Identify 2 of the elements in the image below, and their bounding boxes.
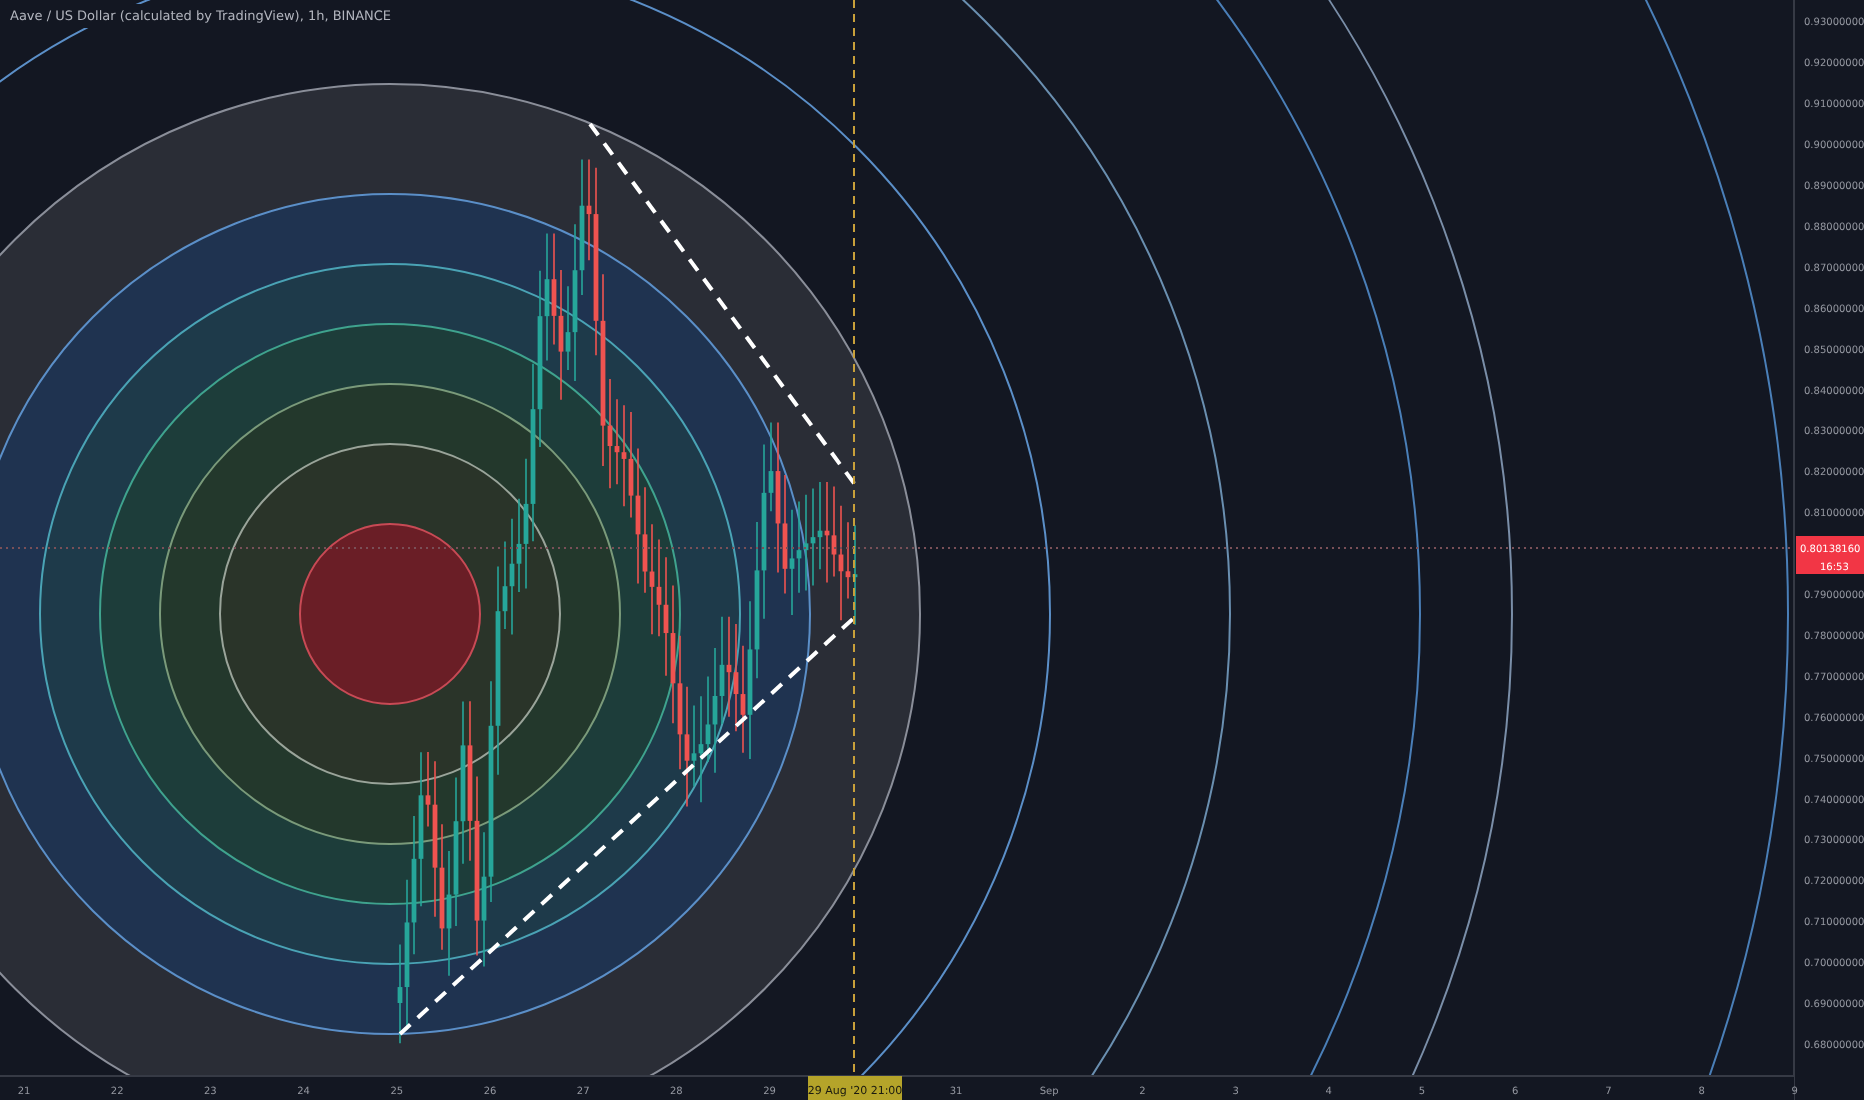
current-price-tag: [1796, 536, 1864, 574]
time-tag: [808, 1076, 902, 1100]
